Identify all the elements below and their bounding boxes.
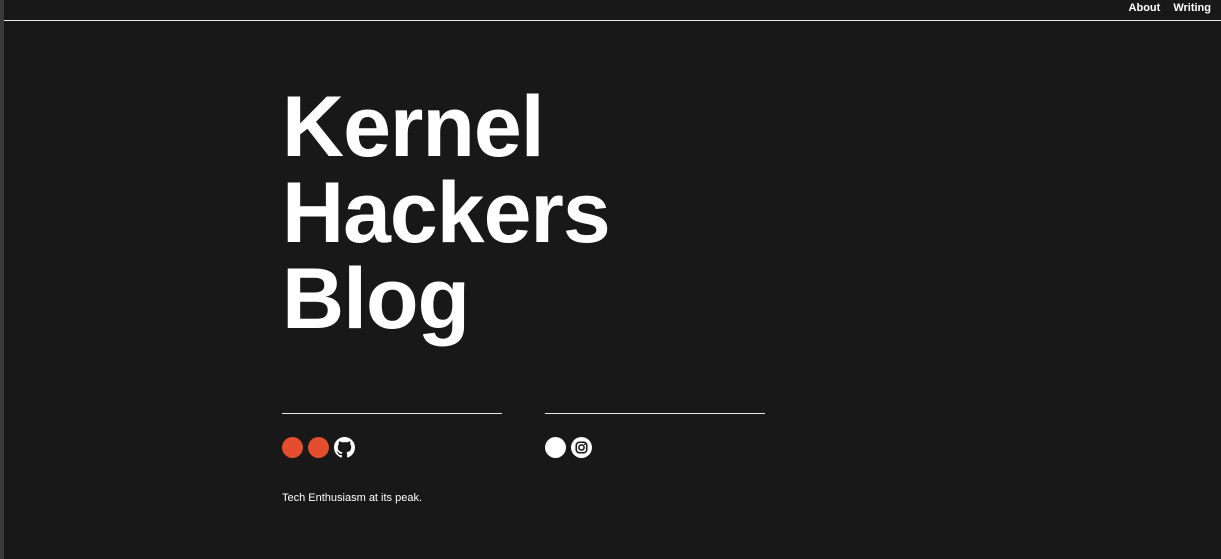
site-title-line-3: Blog xyxy=(282,251,470,347)
instagram-icon[interactable] xyxy=(571,437,592,458)
social-links-left xyxy=(282,437,355,458)
nav-link-writing[interactable]: Writing xyxy=(1173,2,1211,14)
site-title: Kernel Hackers Blog xyxy=(282,79,611,347)
page: About Writing Kernel Hackers Blog Tech E… xyxy=(0,0,1221,559)
github-icon[interactable] xyxy=(334,437,355,458)
main-nav: About Writing xyxy=(1129,2,1211,14)
social-links-right xyxy=(545,437,592,458)
site-title-line-2: Hackers xyxy=(282,165,611,261)
site-tagline: Tech Enthusiasm at its peak. xyxy=(282,492,423,504)
circle-icon[interactable] xyxy=(308,437,329,458)
circle-icon[interactable] xyxy=(282,437,303,458)
site-title-line-1: Kernel xyxy=(282,79,545,175)
nav-link-about[interactable]: About xyxy=(1129,2,1161,14)
divider-right xyxy=(545,413,765,414)
window-edge xyxy=(0,0,4,559)
divider-left xyxy=(282,413,502,414)
circle-icon[interactable] xyxy=(545,437,566,458)
top-navigation-bar: About Writing xyxy=(4,0,1221,21)
